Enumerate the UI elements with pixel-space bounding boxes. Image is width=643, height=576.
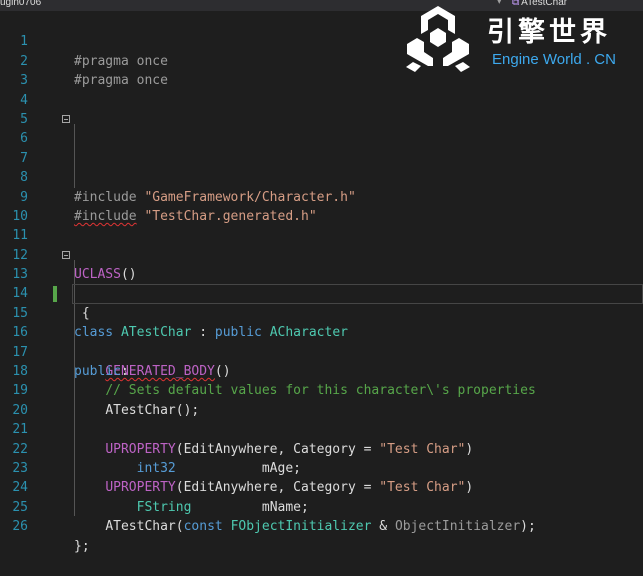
watermark: 引擎世界 Engine World . CN	[403, 6, 643, 76]
watermark-title: 引擎世界	[487, 17, 611, 48]
watermark-subtitle: Engine World . CN	[492, 51, 616, 68]
code-line[interactable]: 9 #include "TestChar.generated.h"	[0, 168, 643, 224]
collapse-toggle-icon[interactable]	[62, 114, 70, 123]
line-text: };	[74, 538, 90, 554]
code-line[interactable]: 6 #include "GameFramework/Character.h"	[0, 110, 643, 205]
change-marker	[53, 286, 57, 303]
code-line[interactable]: 19 ATestChar();	[0, 362, 643, 417]
code-line[interactable]: 24 FString mName;	[0, 459, 643, 514]
code-line[interactable]: 8	[0, 149, 643, 185]
code-line[interactable]: 26 };	[0, 498, 643, 553]
code-line[interactable]: 16	[0, 304, 643, 340]
current-line-highlight	[72, 284, 643, 304]
code-line[interactable]: 11	[0, 207, 643, 243]
line-text: ATestChar(const FObjectInitializer & Obj…	[105, 519, 536, 535]
engine-world-logo-icon	[406, 6, 470, 72]
code-line[interactable]: 17 public:	[0, 323, 643, 379]
code-line[interactable]: 13 class ATestChar : public ACharacter	[0, 246, 643, 516]
code-line[interactable]: 7	[0, 129, 643, 166]
code-line[interactable]: 25 ATestChar(const FObjectInitializer & …	[0, 478, 643, 534]
code-line[interactable]: 12 UCLASS()	[0, 226, 643, 282]
code-line[interactable]: 5	[0, 91, 643, 127]
code-line[interactable]: 14 {	[0, 265, 643, 320]
code-line[interactable]: 10	[0, 188, 643, 224]
code-line[interactable]: 23 UPROPERTY(EditAnywhere, Category = "T…	[0, 440, 643, 495]
code-line-current[interactable]: 15 GENERATED_BODY()	[0, 284, 643, 379]
project-dropdown[interactable]: ugin0706	[0, 0, 41, 8]
code-line[interactable]: 21 UPROPERTY(EditAnywhere, Category = "T…	[0, 401, 643, 456]
collapse-toggle-icon[interactable]	[62, 250, 70, 259]
line-number: 26	[12, 519, 28, 535]
code-editor[interactable]: 1 #pragma once 2 #pragma once 3 4 5 6 #i…	[0, 13, 643, 554]
code-line[interactable]: 20	[0, 381, 643, 418]
code-line[interactable]: 18 // Sets default values for this chara…	[0, 343, 643, 398]
code-line[interactable]: 22 int32 mAge;	[0, 420, 643, 476]
